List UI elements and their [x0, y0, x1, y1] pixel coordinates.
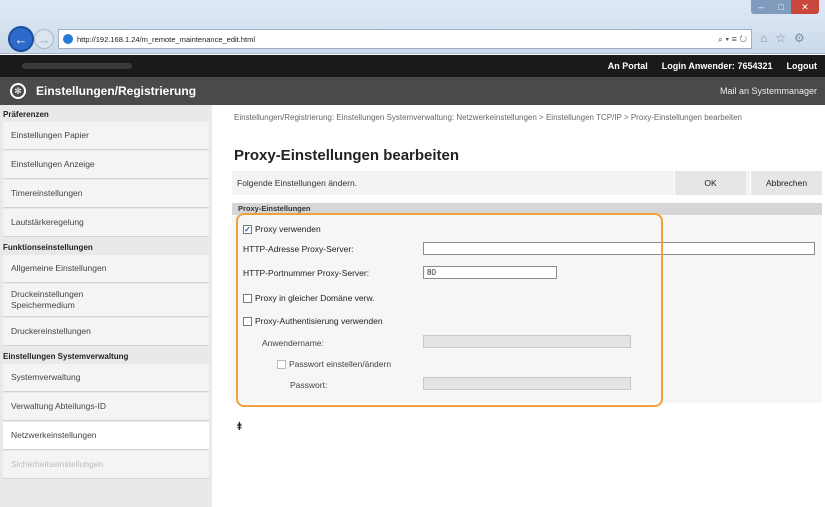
device-name-blurred [22, 63, 132, 69]
sidebar-item-display[interactable]: Einstellungen Anzeige [3, 151, 209, 179]
address-tools-icon[interactable]: ⌕ ▾ ≡ ↻ [718, 34, 747, 45]
address-bar[interactable]: http://192.168.1.24/m_remote_maintenance… [58, 29, 752, 49]
forward-button[interactable]: → [34, 29, 54, 49]
sidebar-item-volume[interactable]: Lautstärkeregelung [3, 209, 209, 237]
action-bar: Folgende Einstellungen ändern. OK Abbrec… [232, 171, 822, 195]
settings-gear-icon: ✻ [10, 83, 26, 99]
sidebar-item-dept-id[interactable]: Verwaltung Abteilungs-ID [3, 393, 209, 421]
page-section-title: Einstellungen/Registrierung [36, 84, 197, 98]
scroll-to-top-icon[interactable]: ⯒ [237, 418, 242, 437]
favorites-star-icon[interactable]: ☆ [775, 31, 786, 45]
sidebar-group-functions: Funktionseinstellungen [3, 243, 93, 252]
cancel-button[interactable]: Abbrechen [750, 171, 822, 195]
browser-chrome: – □ ✕ ← → http://192.168.1.24/m_remote_m… [0, 0, 825, 54]
action-message: Folgende Einstellungen ändern. [237, 178, 358, 188]
login-id: 7654321 [737, 61, 773, 71]
close-icon[interactable]: ✕ [791, 0, 819, 14]
sidebar-item-network[interactable]: Netzwerkeinstellungen [3, 422, 209, 450]
highlight-frame [236, 213, 663, 407]
page-title: Proxy-Einstellungen bearbeiten [234, 147, 460, 164]
login-user: Login Anwender: 7654321 [662, 61, 773, 71]
mail-sysmanager-link[interactable]: Mail an Systemmanager [720, 86, 817, 96]
sidebar-group-preferences: Präferenzen [3, 110, 49, 119]
ok-button[interactable]: OK [674, 171, 746, 195]
sidebar-item-timer[interactable]: Timereinstellungen [3, 180, 209, 208]
sidebar-item-media-print[interactable]: Druckeinstellungen Speichermedium [3, 284, 209, 317]
maximize-icon[interactable]: □ [771, 0, 791, 14]
back-button[interactable]: ← [8, 26, 34, 52]
device-topbar: An Portal Login Anwender: 7654321 Logout [0, 55, 825, 77]
sidebar-item-printer[interactable]: Druckereinstellungen [3, 318, 209, 346]
browser-toolbar-icons: ⌂ ☆ ⚙ [760, 31, 805, 45]
site-favicon-icon [63, 34, 73, 44]
breadcrumb: Einstellungen/Registrierung: Einstellung… [234, 113, 742, 122]
sidebar-group-system: Einstellungen Systemverwaltung [3, 352, 129, 361]
minimize-icon[interactable]: – [751, 0, 771, 14]
settings-header: ✻ Einstellungen/Registrierung Mail an Sy… [0, 77, 825, 105]
window-controls: – □ ✕ [751, 0, 819, 14]
sidebar-item-paper[interactable]: Einstellungen Papier [3, 122, 209, 150]
sidebar: Präferenzen Einstellungen Papier Einstel… [0, 105, 212, 507]
address-url: http://192.168.1.24/m_remote_maintenance… [77, 34, 256, 44]
sidebar-item-general[interactable]: Allgemeine Einstellungen [3, 255, 209, 283]
logout-link[interactable]: Logout [787, 61, 818, 71]
login-label: Login Anwender: [661, 61, 735, 71]
portal-link[interactable]: An Portal [608, 61, 648, 71]
sidebar-item-system-mgmt[interactable]: Systemverwaltung [3, 364, 209, 392]
home-icon[interactable]: ⌂ [760, 31, 767, 45]
sidebar-item-security[interactable]: Sicherheitseinstellungen [3, 451, 209, 479]
settings-gear-icon[interactable]: ⚙ [794, 31, 805, 45]
